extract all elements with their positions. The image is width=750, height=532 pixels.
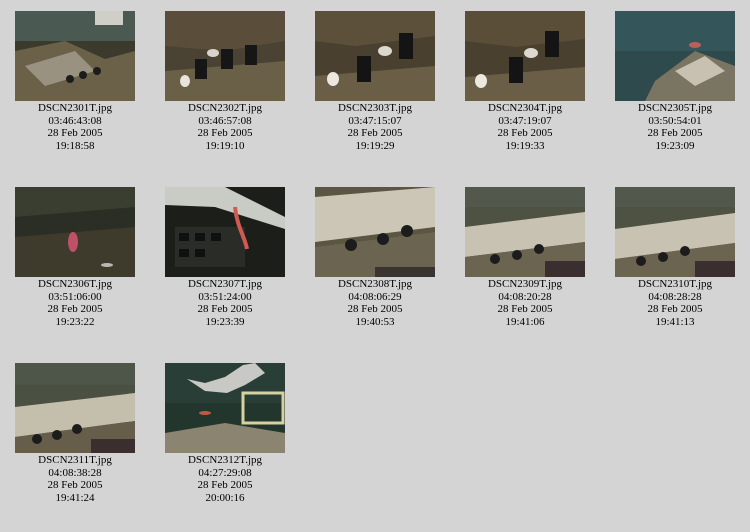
gallery-item: DSCN2309T.jpg 04:08:20:28 28 Feb 2005 19… [450, 187, 600, 328]
gallery-item: DSCN2304T.jpg 03:47:19:07 28 Feb 2005 19… [450, 11, 600, 152]
timecode: 03:51:24:00 [198, 290, 252, 303]
date: 28 Feb 2005 [497, 127, 553, 139]
thumbnail-link[interactable] [165, 11, 285, 101]
thumbnail-link[interactable] [15, 11, 135, 101]
file-name: DSCN2307T.jpg [187, 278, 263, 290]
thumbnail-gallery: DSCN2301T.jpg 03:46:43:08 28 Feb 2005 19… [0, 0, 750, 532]
timecode: 03:50:54:01 [648, 114, 702, 127]
thumbnail-link[interactable] [15, 363, 135, 453]
date: 28 Feb 2005 [497, 303, 553, 315]
file-name: DSCN2303T.jpg [337, 102, 413, 114]
file-name: DSCN2304T.jpg [487, 102, 563, 114]
seafloor-photo-thumbnail [15, 11, 135, 101]
clock-time: 19:23:09 [655, 139, 695, 152]
timecode: 03:47:15:07 [348, 114, 402, 127]
timecode: 04:08:20:28 [498, 290, 552, 303]
thumbnail-link[interactable] [465, 187, 585, 277]
gallery-item: DSCN2312T.jpg 04:27:29:08 28 Feb 2005 20… [150, 363, 300, 504]
seafloor-photo-thumbnail [165, 363, 285, 453]
gallery-item: DSCN2301T.jpg 03:46:43:08 28 Feb 2005 19… [0, 11, 150, 152]
thumbnail-link[interactable] [465, 11, 585, 101]
file-name: DSCN2306T.jpg [37, 278, 113, 290]
file-name: DSCN2312T.jpg [187, 454, 263, 466]
file-name: DSCN2301T.jpg [37, 102, 113, 114]
clock-time: 19:41:06 [505, 315, 545, 328]
date: 28 Feb 2005 [647, 303, 703, 315]
seafloor-photo-thumbnail [315, 11, 435, 101]
clock-time: 19:23:22 [55, 315, 95, 328]
date: 28 Feb 2005 [347, 127, 403, 139]
thumbnail-link[interactable] [315, 187, 435, 277]
seafloor-photo-thumbnail [315, 187, 435, 277]
thumbnail-link[interactable] [615, 11, 735, 101]
thumbnail-link[interactable] [15, 187, 135, 277]
timecode: 04:08:28:28 [648, 290, 702, 303]
gallery-item: DSCN2302T.jpg 03:46:57:08 28 Feb 2005 19… [150, 11, 300, 152]
seafloor-photo-thumbnail [15, 363, 135, 453]
gallery-item: DSCN2303T.jpg 03:47:15:07 28 Feb 2005 19… [300, 11, 450, 152]
timecode: 03:46:43:08 [48, 114, 102, 127]
file-name: DSCN2309T.jpg [487, 278, 563, 290]
date: 28 Feb 2005 [47, 127, 103, 139]
seafloor-photo-thumbnail [615, 187, 735, 277]
gallery-item: DSCN2311T.jpg 04:08:38:28 28 Feb 2005 19… [0, 363, 150, 504]
date: 28 Feb 2005 [347, 303, 403, 315]
seafloor-photo-thumbnail [465, 11, 585, 101]
timecode: 03:51:06:00 [48, 290, 102, 303]
timecode: 04:08:06:29 [348, 290, 402, 303]
thumbnail-link[interactable] [315, 11, 435, 101]
gallery-item: DSCN2305T.jpg 03:50:54:01 28 Feb 2005 19… [600, 11, 750, 152]
gallery-item: DSCN2308T.jpg 04:08:06:29 28 Feb 2005 19… [300, 187, 450, 328]
timecode: 03:46:57:08 [198, 114, 252, 127]
thumbnail-link[interactable] [165, 187, 285, 277]
seafloor-photo-thumbnail [165, 11, 285, 101]
seafloor-photo-thumbnail [165, 187, 285, 277]
clock-time: 20:00:16 [205, 491, 245, 504]
seafloor-photo-thumbnail [465, 187, 585, 277]
thumbnail-link[interactable] [615, 187, 735, 277]
seafloor-photo-thumbnail [15, 187, 135, 277]
clock-time: 19:19:33 [505, 139, 545, 152]
date: 28 Feb 2005 [197, 479, 253, 491]
file-name: DSCN2308T.jpg [337, 278, 413, 290]
gallery-item: DSCN2307T.jpg 03:51:24:00 28 Feb 2005 19… [150, 187, 300, 328]
clock-time: 19:23:39 [205, 315, 245, 328]
date: 28 Feb 2005 [197, 127, 253, 139]
date: 28 Feb 2005 [47, 479, 103, 491]
date: 28 Feb 2005 [647, 127, 703, 139]
file-name: DSCN2311T.jpg [38, 454, 112, 466]
timecode: 03:47:19:07 [498, 114, 552, 127]
clock-time: 19:19:29 [355, 139, 395, 152]
clock-time: 19:18:58 [55, 139, 95, 152]
date: 28 Feb 2005 [197, 303, 253, 315]
clock-time: 19:41:13 [655, 315, 695, 328]
clock-time: 19:41:24 [55, 491, 95, 504]
timecode: 04:27:29:08 [198, 466, 252, 479]
seafloor-photo-thumbnail [615, 11, 735, 101]
thumbnail-link[interactable] [165, 363, 285, 453]
file-name: DSCN2310T.jpg [637, 278, 713, 290]
gallery-item: DSCN2310T.jpg 04:08:28:28 28 Feb 2005 19… [600, 187, 750, 328]
gallery-item: DSCN2306T.jpg 03:51:06:00 28 Feb 2005 19… [0, 187, 150, 328]
date: 28 Feb 2005 [47, 303, 103, 315]
timecode: 04:08:38:28 [48, 466, 102, 479]
file-name: DSCN2305T.jpg [637, 102, 713, 114]
clock-time: 19:19:10 [205, 139, 245, 152]
file-name: DSCN2302T.jpg [187, 102, 263, 114]
clock-time: 19:40:53 [355, 315, 395, 328]
